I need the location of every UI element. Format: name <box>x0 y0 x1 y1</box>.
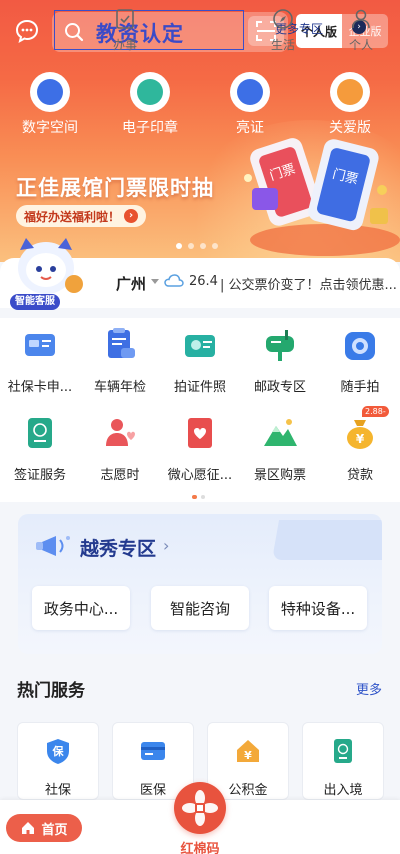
wish-icon <box>188 418 212 448</box>
pagination-dot[interactable] <box>201 495 205 499</box>
tab-tasks[interactable]: 办事 <box>95 8 155 53</box>
caret-down-icon[interactable] <box>151 279 159 284</box>
pagination-dot[interactable] <box>176 243 182 249</box>
service-label: 签证服务 <box>13 468 66 483</box>
svg-text:¥: ¥ <box>356 432 365 446</box>
quick-entry-e-seal[interactable]: 电子印章 <box>100 72 200 137</box>
cube-icon <box>30 72 70 112</box>
megaphone-icon <box>36 536 70 556</box>
tab-health-code[interactable]: 红棉码 <box>170 782 230 854</box>
wallet-icon <box>230 72 270 112</box>
medical-card-icon <box>141 742 165 760</box>
banner-cta-text: 福好办送福利啦！ <box>24 209 121 224</box>
id-photo-icon <box>185 335 215 357</box>
passport-icon <box>334 739 352 763</box>
passport-icon <box>28 418 52 448</box>
message-button[interactable] <box>14 18 40 44</box>
service-volunteer[interactable]: 志愿时 <box>80 414 160 483</box>
mailbox-icon <box>266 330 294 361</box>
cloud-icon <box>164 274 184 287</box>
rate-badge: 2.88- <box>362 406 389 417</box>
tab-label: 首页 <box>41 822 68 838</box>
pagination-dot[interactable] <box>188 243 194 249</box>
tab-label: 个人 <box>348 38 373 52</box>
service-label: 微心愿征... <box>167 468 233 483</box>
svg-text:¥: ¥ <box>244 749 252 762</box>
pagination-dot[interactable] <box>212 243 218 249</box>
notice-marquee[interactable]: | 公交票价变了！点击领优惠... <box>220 274 400 293</box>
hot-services-title: 热门服务 <box>17 681 85 701</box>
money-bag-icon: ¥ <box>347 420 373 449</box>
service-id-photo[interactable]: 拍证件照 <box>160 326 240 395</box>
service-label: 社保卡申... <box>7 380 73 395</box>
tab-label: 办事 <box>112 38 137 52</box>
service-micro-wish[interactable]: 微心愿征... <box>160 414 240 483</box>
hot-item-label: 出入境 <box>323 783 363 798</box>
compass-icon <box>273 9 293 29</box>
service-label: 拍证件照 <box>173 380 226 395</box>
service-scenic-tickets[interactable]: 景区购票 <box>240 414 320 483</box>
banner-cta-button[interactable]: 福好办送福利啦！ › <box>16 205 147 227</box>
search-icon <box>65 23 84 42</box>
hot-item-label: 社保 <box>44 783 71 798</box>
banner-pagination <box>176 243 218 249</box>
ticket-illustration: 门票 门票 <box>244 138 400 256</box>
service-snapshot[interactable]: 随手拍 <box>320 326 400 395</box>
shield-icon-text: 保 <box>52 744 65 758</box>
arrow-right-icon: › <box>124 209 139 223</box>
volunteer-icon <box>106 419 135 446</box>
zone-card-gov-center[interactable]: 政务中心... <box>32 586 130 630</box>
service-label: 景区购票 <box>253 468 306 483</box>
hot-services-more-link[interactable]: 更多 <box>356 679 382 698</box>
tab-home[interactable]: 首页 <box>6 814 82 842</box>
user-icon <box>352 9 370 29</box>
service-postal-zone[interactable]: 邮政专区 <box>240 326 320 395</box>
tab-life[interactable]: 生活 <box>253 8 313 53</box>
quick-entry-label: 数字空间 <box>22 120 78 136</box>
seal-icon <box>130 72 170 112</box>
shield-icon: 保 <box>47 739 69 764</box>
assistant-label[interactable]: 智能客服 <box>10 294 60 310</box>
city-selector[interactable]: 广州 <box>116 273 146 294</box>
service-label: 随手拍 <box>340 380 380 395</box>
service-loan[interactable]: ¥ 贷款 <box>320 414 400 483</box>
zone-title[interactable]: 越秀专区 <box>80 534 156 561</box>
banner-title[interactable]: 正佳展馆门票限时抽 <box>16 172 214 202</box>
zone-more-bg <box>272 520 382 560</box>
pagination-dot[interactable] <box>200 243 206 249</box>
quick-entry-digital-space[interactable]: 数字空间 <box>0 72 100 137</box>
service-label: 贷款 <box>346 468 373 483</box>
home-icon <box>22 822 35 834</box>
tab-label: 生活 <box>270 38 295 52</box>
hot-item-social-insurance[interactable]: 保 社保 <box>17 722 99 800</box>
care-icon <box>330 72 370 112</box>
zone-card-special-equipment[interactable]: 特种设备... <box>269 586 367 630</box>
service-label: 车辆年检 <box>93 380 146 395</box>
temperature: 26.4 <box>189 274 218 289</box>
tab-label: 红棉码 <box>180 842 220 854</box>
chevron-right-icon[interactable]: › <box>163 536 169 555</box>
service-visa[interactable]: 签证服务 <box>0 414 80 483</box>
district-zone-panel: 越秀专区 › <box>18 514 382 654</box>
chat-bubble-icon <box>15 19 39 43</box>
service-label: 志愿时 <box>100 468 140 483</box>
pagination-dot[interactable] <box>192 495 197 499</box>
hot-item-entry-exit[interactable]: 出入境 <box>302 722 384 800</box>
checklist-icon <box>116 9 134 29</box>
kapok-flower-icon <box>174 782 226 834</box>
social-card-icon <box>25 334 55 356</box>
service-label: 邮政专区 <box>253 380 306 395</box>
quick-entry-label: 电子印章 <box>122 120 178 136</box>
zone-card-smart-consult[interactable]: 智能咨询 <box>151 586 249 630</box>
grid-pagination <box>192 495 205 499</box>
service-social-card[interactable]: 社保卡申... <box>0 326 80 395</box>
service-vehicle-inspection[interactable]: 车辆年检 <box>80 326 160 395</box>
scenic-icon <box>264 419 297 446</box>
housing-fund-icon: ¥ <box>237 740 259 762</box>
vehicle-inspection-icon <box>108 328 135 358</box>
camera-icon <box>345 332 375 360</box>
tab-profile[interactable]: 个人 <box>331 8 391 53</box>
